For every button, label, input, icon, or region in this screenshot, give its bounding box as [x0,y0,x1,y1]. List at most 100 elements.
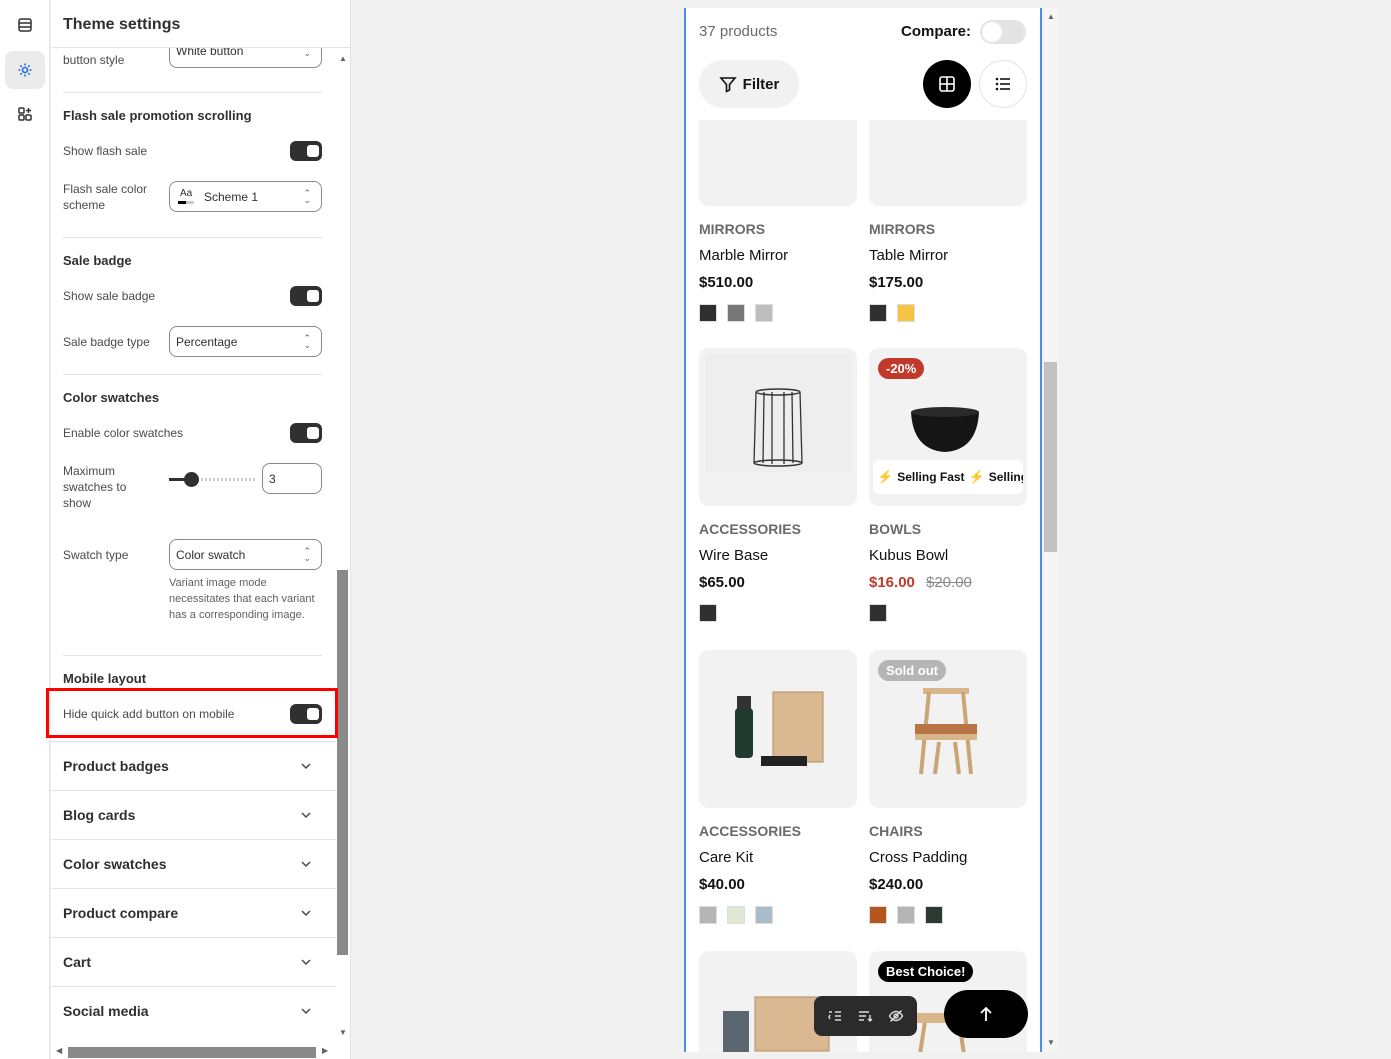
color-swatch[interactable] [699,906,717,924]
max-swatches-value: 3 [269,471,276,486]
product-price: $40.00 [699,876,745,893]
product-name[interactable]: Marble Mirror [699,247,788,264]
marquee-text: Selling Fast [988,470,1023,484]
product-name[interactable]: Care Kit [699,849,753,866]
show-sale-badge-label: Show sale badge [63,289,156,303]
product-badge: Sold out [878,660,946,681]
filter-label: Filter [742,75,780,93]
max-swatches-slider[interactable] [169,472,255,487]
swatch-type-value: Color swatch [176,547,246,562]
accordion-label: Product compare [63,905,179,921]
product-image[interactable]: -20%⚡Selling Fast⚡Selling Fast [869,348,1027,506]
accordion-item[interactable]: Blog cards [51,790,336,839]
sections-icon[interactable] [5,6,45,44]
back-to-top-button[interactable] [944,990,1028,1038]
color-swatch[interactable] [727,906,745,924]
color-swatch[interactable] [727,304,745,322]
show-flash-sale-label: Show flash sale [63,144,148,158]
settings-gear-icon[interactable] [5,51,45,89]
color-swatch[interactable] [925,906,943,924]
product-badge: Best Choice! [878,961,974,982]
color-swatch[interactable] [755,906,773,924]
flash-sale-scheme-value: Scheme 1 [204,189,259,204]
slider-handle[interactable] [184,472,200,487]
chevron-down-icon [301,1008,311,1015]
apps-icon[interactable] [5,95,45,133]
accordion-item[interactable]: Social media [51,986,336,1035]
product-price: $175.00 [869,274,924,291]
divider [63,374,322,375]
color-swatch[interactable] [897,906,915,924]
accordion-item[interactable]: Color swatches [51,839,336,888]
scroll-left-icon[interactable]: ◀ [56,1046,62,1055]
compare-toggle[interactable] [980,20,1026,44]
product-image[interactable] [699,348,857,506]
product-name[interactable]: Kubus Bowl [869,547,948,564]
product-count: 37 products [699,23,778,40]
panel-scroll-thumb[interactable] [337,570,348,955]
grid-view-button[interactable] [923,60,971,108]
filter-button[interactable]: Filter [699,60,799,108]
select-arrows-icon: ⌃ ⌄ [303,333,311,350]
flash-sale-scheme-label: Flash sale color scheme [63,182,148,212]
chevron-down-icon: ⌄ [303,48,311,58]
product-image[interactable]: Sold out [869,650,1027,808]
flash-sale-scheme-select[interactable]: Aa Scheme 1 ⌃ ⌄ [169,181,322,212]
product-name[interactable]: Cross Padding [869,849,967,866]
scroll-right-icon[interactable]: ▶ [322,1046,328,1055]
scroll-up-icon[interactable]: ▲ [1047,12,1055,21]
accordion-label: Blog cards [63,807,136,823]
color-swatch[interactable] [699,304,717,322]
color-swatch[interactable] [869,304,887,322]
chevron-down-icon [301,861,311,868]
preview-scroll-thumb[interactable] [1044,362,1057,552]
indent-icon[interactable] [827,1008,843,1024]
enable-swatches-toggle[interactable] [290,423,322,443]
product-image[interactable] [699,650,857,808]
select-arrows-icon: ⌃ ⌄ [303,188,311,205]
theme-settings-panel: Theme settings button style White button… [51,0,351,1059]
color-swatch[interactable] [869,906,887,924]
editor-toolbar [814,996,917,1036]
icon-rail [0,0,50,1059]
product-category: ACCESSORIES [699,521,801,537]
divider [63,655,322,656]
product-category: CHAIRS [869,823,923,839]
sale-badge-title: Sale badge [63,253,132,268]
hide-eye-icon[interactable] [888,1008,904,1024]
swatch-type-select[interactable]: Color swatch ⌃ ⌄ [169,539,322,570]
accordion-item[interactable]: Product compare [51,888,336,937]
color-swatch[interactable] [869,604,887,622]
divider [63,237,322,238]
scroll-up-icon[interactable]: ▲ [339,54,347,63]
color-swatch[interactable] [755,304,773,322]
accordion-item[interactable]: Cart [51,937,336,986]
show-sale-badge-toggle[interactable] [290,286,322,306]
accordion-label: Product badges [63,758,169,774]
accordion-label: Color swatches [63,856,167,872]
sale-badge-type-label: Sale badge type [63,335,150,349]
product-category: MIRRORS [869,221,936,237]
filter-icon [718,77,737,93]
show-flash-sale-toggle[interactable] [290,141,322,161]
product-name[interactable]: Wire Base [699,547,768,564]
product-category: ACCESSORIES [699,823,801,839]
reorder-icon[interactable] [857,1008,873,1024]
highlight-box [46,688,338,738]
enable-swatches-label: Enable color swatches [63,426,184,440]
product-name[interactable]: Table Mirror [869,247,948,264]
mobile-layout-title: Mobile layout [63,671,147,686]
select-arrows-icon: ⌃ ⌄ [303,546,311,563]
scroll-down-icon[interactable]: ▼ [339,1028,347,1037]
panel-hscroll-thumb[interactable] [68,1047,316,1058]
accordion-item[interactable]: Product badges [51,741,336,790]
list-view-button[interactable] [979,60,1027,108]
compare-label: Compare: [901,23,972,40]
divider [63,92,322,93]
color-swatch[interactable] [897,304,915,322]
lightning-icon: ⚡ [968,469,985,484]
scroll-down-icon[interactable]: ▼ [1047,1038,1055,1047]
sale-badge-type-select[interactable]: Percentage ⌃ ⌄ [169,326,322,357]
max-swatches-input[interactable]: 3 [262,463,322,494]
color-swatch[interactable] [699,604,717,622]
